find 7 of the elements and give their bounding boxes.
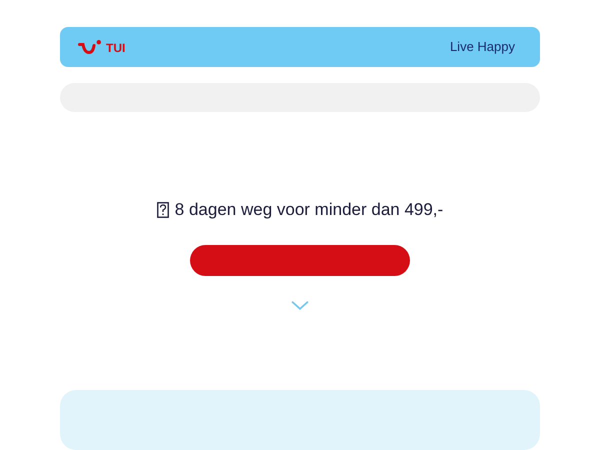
brand-name: TUI xyxy=(106,42,126,54)
chevron-down-icon[interactable] xyxy=(289,300,311,310)
missing-glyph-icon xyxy=(156,202,169,218)
smile-logo-icon xyxy=(78,40,101,54)
cta-button[interactable] xyxy=(190,244,410,276)
promo-text: 8 dagen weg voor minder dan 499,- xyxy=(174,200,444,220)
tagline: Live Happy xyxy=(450,39,515,54)
